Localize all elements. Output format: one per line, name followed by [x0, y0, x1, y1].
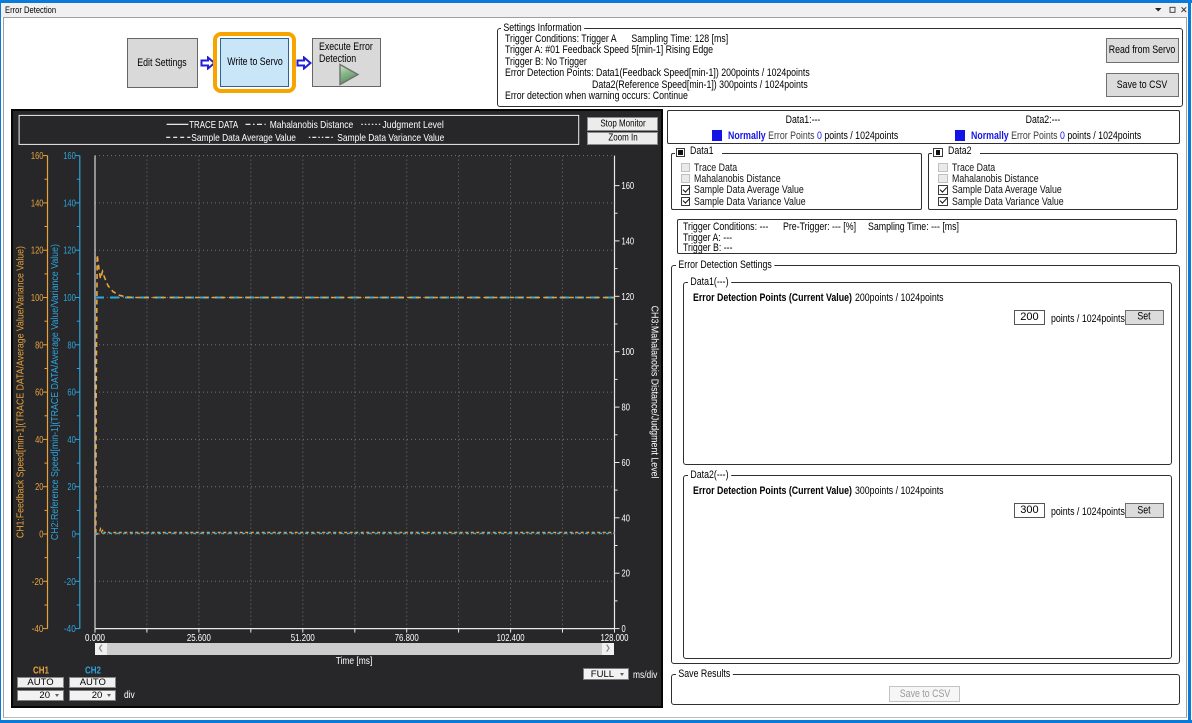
svg-text:Mahalanobis Distance: Mahalanobis Distance [269, 119, 353, 131]
svg-text:40: 40 [35, 435, 44, 446]
svg-text:120: 120 [30, 246, 43, 257]
svg-text:0: 0 [39, 529, 44, 540]
svg-text:160: 160 [30, 151, 43, 162]
svg-text:140: 140 [621, 236, 634, 247]
svg-text:25.600: 25.600 [186, 632, 210, 644]
svg-text:0.000: 0.000 [85, 632, 105, 644]
svg-text:80: 80 [621, 402, 630, 413]
svg-text:20: 20 [621, 569, 630, 580]
svg-text:40: 40 [67, 435, 76, 446]
svg-text:Sample Data Variance Value: Sample Data Variance Value [337, 132, 444, 144]
svg-text:Sample Data Average Value: Sample Data Average Value [191, 132, 296, 144]
svg-text:20: 20 [67, 482, 76, 493]
svg-text:20: 20 [35, 482, 44, 493]
svg-text:CH3:Mahalanobis Distance/Judgm: CH3:Mahalanobis Distance/Judgment Level [648, 305, 659, 478]
svg-text:100: 100 [621, 347, 634, 358]
svg-text:80: 80 [67, 340, 76, 351]
svg-text:CH1:Feedback Speed[min-1](TRAC: CH1:Feedback Speed[min-1](TRACE DATA/Ave… [15, 246, 26, 538]
svg-text:-20: -20 [63, 577, 75, 588]
svg-text:60: 60 [35, 387, 44, 398]
svg-text:-40: -40 [63, 624, 75, 635]
svg-text:100: 100 [30, 293, 43, 304]
svg-text:160: 160 [63, 151, 76, 162]
svg-text:Judgment Level: Judgment Level [382, 119, 443, 131]
svg-text:40: 40 [621, 513, 630, 524]
svg-text:60: 60 [621, 458, 630, 469]
svg-text:140: 140 [63, 198, 76, 209]
svg-text:60: 60 [67, 387, 76, 398]
svg-text:-20: -20 [31, 577, 43, 588]
svg-text:TRACE DATA: TRACE DATA [189, 119, 238, 131]
svg-text:140: 140 [30, 198, 43, 209]
svg-text:120: 120 [621, 292, 634, 303]
svg-text:0: 0 [71, 529, 76, 540]
svg-text:-40: -40 [31, 624, 43, 635]
svg-text:120: 120 [63, 246, 76, 257]
svg-text:76.800: 76.800 [394, 632, 418, 644]
svg-text:0: 0 [621, 624, 626, 635]
svg-text:160: 160 [621, 181, 634, 192]
svg-text:51.200: 51.200 [290, 632, 314, 644]
svg-text:80: 80 [35, 340, 44, 351]
svg-text:CH2:Reference Speed[min-1](TRA: CH2:Reference Speed[min-1](TRACE DATA/Av… [50, 244, 61, 540]
svg-text:102.400: 102.400 [496, 632, 524, 644]
svg-text:100: 100 [63, 293, 76, 304]
